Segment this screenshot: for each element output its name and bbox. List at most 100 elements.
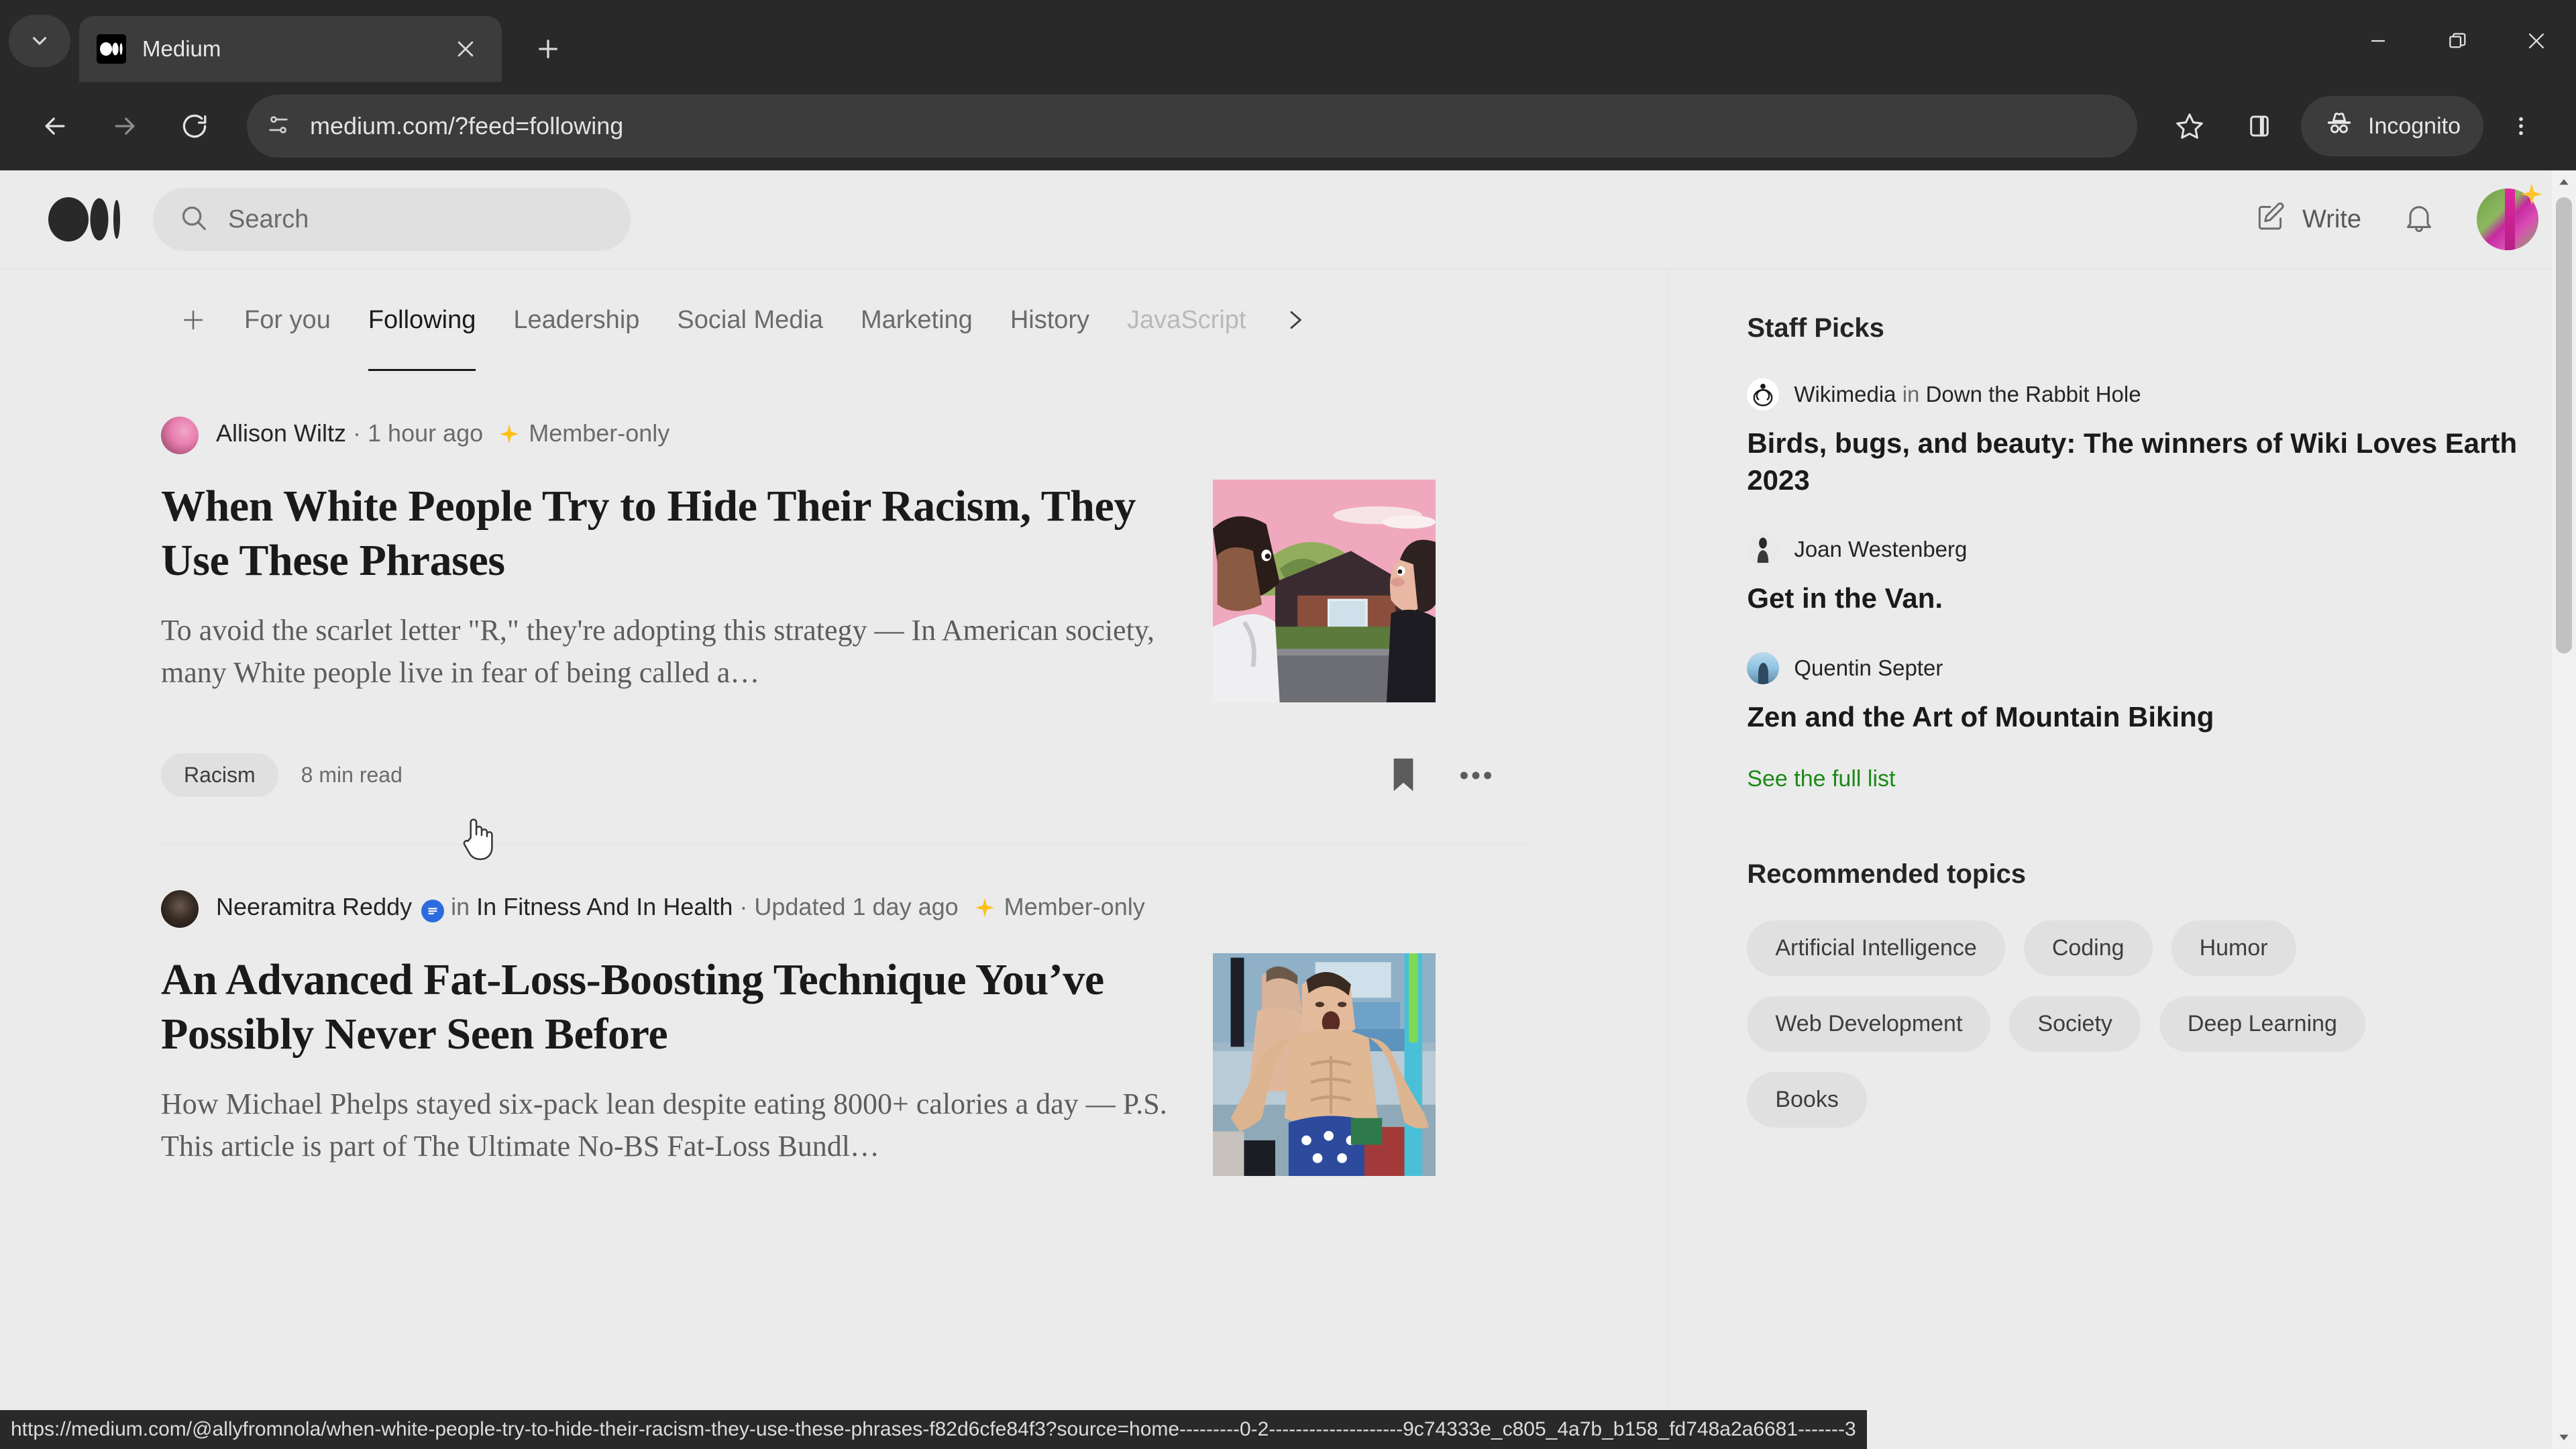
author-avatar[interactable] (161, 890, 199, 928)
search-placeholder: Search (228, 205, 309, 233)
author-name[interactable]: Neeramitra Reddy (216, 893, 412, 920)
article-byline: Allison Wiltz · 1 hour ago Member-only (161, 417, 1529, 454)
feed-tab-marketing[interactable]: Marketing (842, 269, 991, 371)
feed-tab-javascript[interactable]: JavaScript (1108, 269, 1265, 371)
close-tab-icon[interactable] (447, 30, 484, 68)
page-scrollbar[interactable] (2552, 170, 2576, 1449)
new-tab-plus-icon[interactable] (521, 21, 576, 76)
browser-window: Medium medium.com/?feed=following Incogn… (0, 0, 2576, 1449)
tab-title: Medium (142, 36, 221, 61)
incognito-indicator[interactable]: Incognito (2301, 96, 2483, 156)
member-only-label: Member-only (529, 419, 670, 447)
scrollbar-track[interactable] (2552, 195, 2576, 1425)
staff-pick-publication[interactable]: Down the Rabbit Hole (1926, 382, 2141, 407)
close-window-icon[interactable] (2497, 0, 2576, 82)
side-panel-icon[interactable] (2227, 94, 2292, 158)
byline-separator: · (346, 419, 368, 447)
publication-badge-icon (421, 900, 445, 922)
byline-text: Neeramitra Reddy in In Fitness And In Hea… (216, 893, 1145, 925)
article-title[interactable]: When White People Try to Hide Their Raci… (161, 480, 1174, 588)
tab-search-area (0, 0, 79, 82)
topic-pill-society[interactable]: Society (2009, 996, 2141, 1053)
staff-pick-item-3: Quentin Septer Zen and the Art of Mounta… (1747, 651, 2576, 736)
bookmark-star-icon[interactable] (2157, 94, 2222, 158)
page-content: For you Following Leadership Social Medi… (0, 269, 2576, 1449)
feed-tab-social-media[interactable]: Social Media (658, 269, 842, 371)
more-options-ellipsis-icon[interactable] (1460, 769, 1492, 782)
staff-pick-byline: Joan Westenberg (1794, 537, 1967, 562)
incognito-hat-icon (2324, 108, 2355, 145)
notifications-button[interactable] (2402, 201, 2436, 239)
topic-pill-web-development[interactable]: Web Development (1747, 996, 1991, 1053)
article-thumbnail[interactable] (1213, 480, 1436, 702)
topic-pill-deep-learning[interactable]: Deep Learning (2159, 996, 2365, 1053)
feed-article-1: Allison Wiltz · 1 hour ago Member-only W… (161, 371, 1529, 845)
feed-tab-history[interactable]: History (991, 269, 1108, 371)
feed-tab-leadership[interactable]: Leadership (494, 269, 658, 371)
scroll-up-arrow-icon[interactable] (2557, 170, 2571, 195)
tab-list-chevron-down-icon[interactable] (9, 15, 70, 67)
article-time: 1 hour ago (368, 419, 484, 447)
address-bar[interactable]: medium.com/?feed=following (247, 95, 2137, 158)
byline-text: Allison Wiltz · 1 hour ago Member-only (216, 419, 669, 451)
author-avatar[interactable] (161, 417, 199, 454)
browser-tab-medium[interactable]: Medium (79, 16, 502, 82)
wikimedia-logo-icon[interactable] (1747, 378, 1780, 411)
joan-avatar[interactable] (1747, 533, 1780, 566)
bookmark-icon[interactable] (1389, 757, 1418, 794)
scrollbar-thumb[interactable] (2556, 197, 2572, 653)
staff-pick-title[interactable]: Zen and the Art of Mountain Biking (1747, 699, 2576, 736)
site-settings-icon[interactable] (264, 111, 292, 142)
article-title[interactable]: An Advanced Fat-Loss-Boosting Technique … (161, 953, 1174, 1061)
byline-separator: · (733, 893, 755, 920)
back-arrow-icon[interactable] (23, 94, 87, 158)
feed-article-2: Neeramitra Reddy in In Fitness And In Hea… (161, 845, 1529, 1176)
in-word: in (1902, 382, 1920, 407)
browser-menu-three-dots-icon[interactable] (2489, 94, 2553, 158)
feed-column: For you Following Leadership Social Medi… (0, 269, 1667, 1449)
article-tag[interactable]: Racism (161, 753, 278, 797)
staff-pick-title[interactable]: Get in the Van. (1747, 580, 2576, 617)
bell-icon (2402, 201, 2436, 239)
topic-pill-coding[interactable]: Coding (2023, 920, 2153, 977)
staff-pick-title[interactable]: Birds, bugs, and beauty: The winners of … (1747, 425, 2576, 498)
search-input[interactable]: Search (153, 188, 631, 251)
staff-pick-byline: Quentin Septer (1794, 655, 1943, 681)
author-name[interactable]: Allison Wiltz (216, 419, 346, 447)
member-star-icon (498, 423, 521, 451)
feed-tabs-chevron-right-icon[interactable] (1265, 307, 1325, 333)
topic-pill-books[interactable]: Books (1747, 1072, 1867, 1128)
reload-icon[interactable] (162, 94, 227, 158)
staff-pick-byline: Wikimedia in Down the Rabbit Hole (1794, 382, 2141, 407)
staff-pick-author[interactable]: Joan Westenberg (1794, 537, 1967, 561)
minimize-icon[interactable] (2339, 0, 2418, 82)
article-time: Updated 1 day ago (754, 893, 959, 920)
staff-pick-item-2: Joan Westenberg Get in the Van. (1747, 533, 2576, 617)
avatar[interactable] (2477, 183, 2542, 250)
feed-tabs: For you Following Leadership Social Medi… (161, 269, 1529, 371)
recommended-topics-list: Artificial Intelligence Coding Humor Web… (1747, 920, 2404, 1128)
see-full-list-link[interactable]: See the full list (1747, 766, 1895, 792)
article-excerpt: How Michael Phelps stayed six-pack lean … (161, 1087, 1167, 1163)
staff-pick-author[interactable]: Wikimedia (1794, 382, 1896, 407)
publication-name[interactable]: In Fitness And In Health (476, 893, 733, 920)
topic-pill-humor[interactable]: Humor (2171, 920, 2296, 977)
topic-pill-artificial-intelligence[interactable]: Artificial Intelligence (1747, 920, 2005, 977)
write-button[interactable]: Write (2254, 199, 2361, 239)
article-thumbnail[interactable] (1213, 953, 1436, 1176)
scroll-down-arrow-icon[interactable] (2557, 1425, 2571, 1449)
search-icon (178, 203, 209, 237)
add-feed-tab-plus-icon[interactable] (161, 305, 225, 335)
medium-logo-icon[interactable] (48, 197, 121, 242)
staff-pick-author[interactable]: Quentin Septer (1794, 655, 1943, 680)
feed-tab-following[interactable]: Following (350, 269, 495, 371)
restore-icon[interactable] (2418, 0, 2497, 82)
staff-picks-heading: Staff Picks (1747, 313, 1884, 343)
quentin-avatar[interactable] (1747, 651, 1780, 684)
article-excerpt: To avoid the scarlet letter "R," they're… (161, 614, 1155, 690)
feed-tab-for-you[interactable]: For you (225, 269, 350, 371)
forward-arrow-icon[interactable] (93, 94, 157, 158)
star-sparkle-icon (2518, 182, 2545, 212)
recommended-topics-heading: Recommended topics (1747, 859, 2026, 890)
staff-pick-item-1: Wikimedia in Down the Rabbit Hole Birds,… (1747, 378, 2576, 498)
